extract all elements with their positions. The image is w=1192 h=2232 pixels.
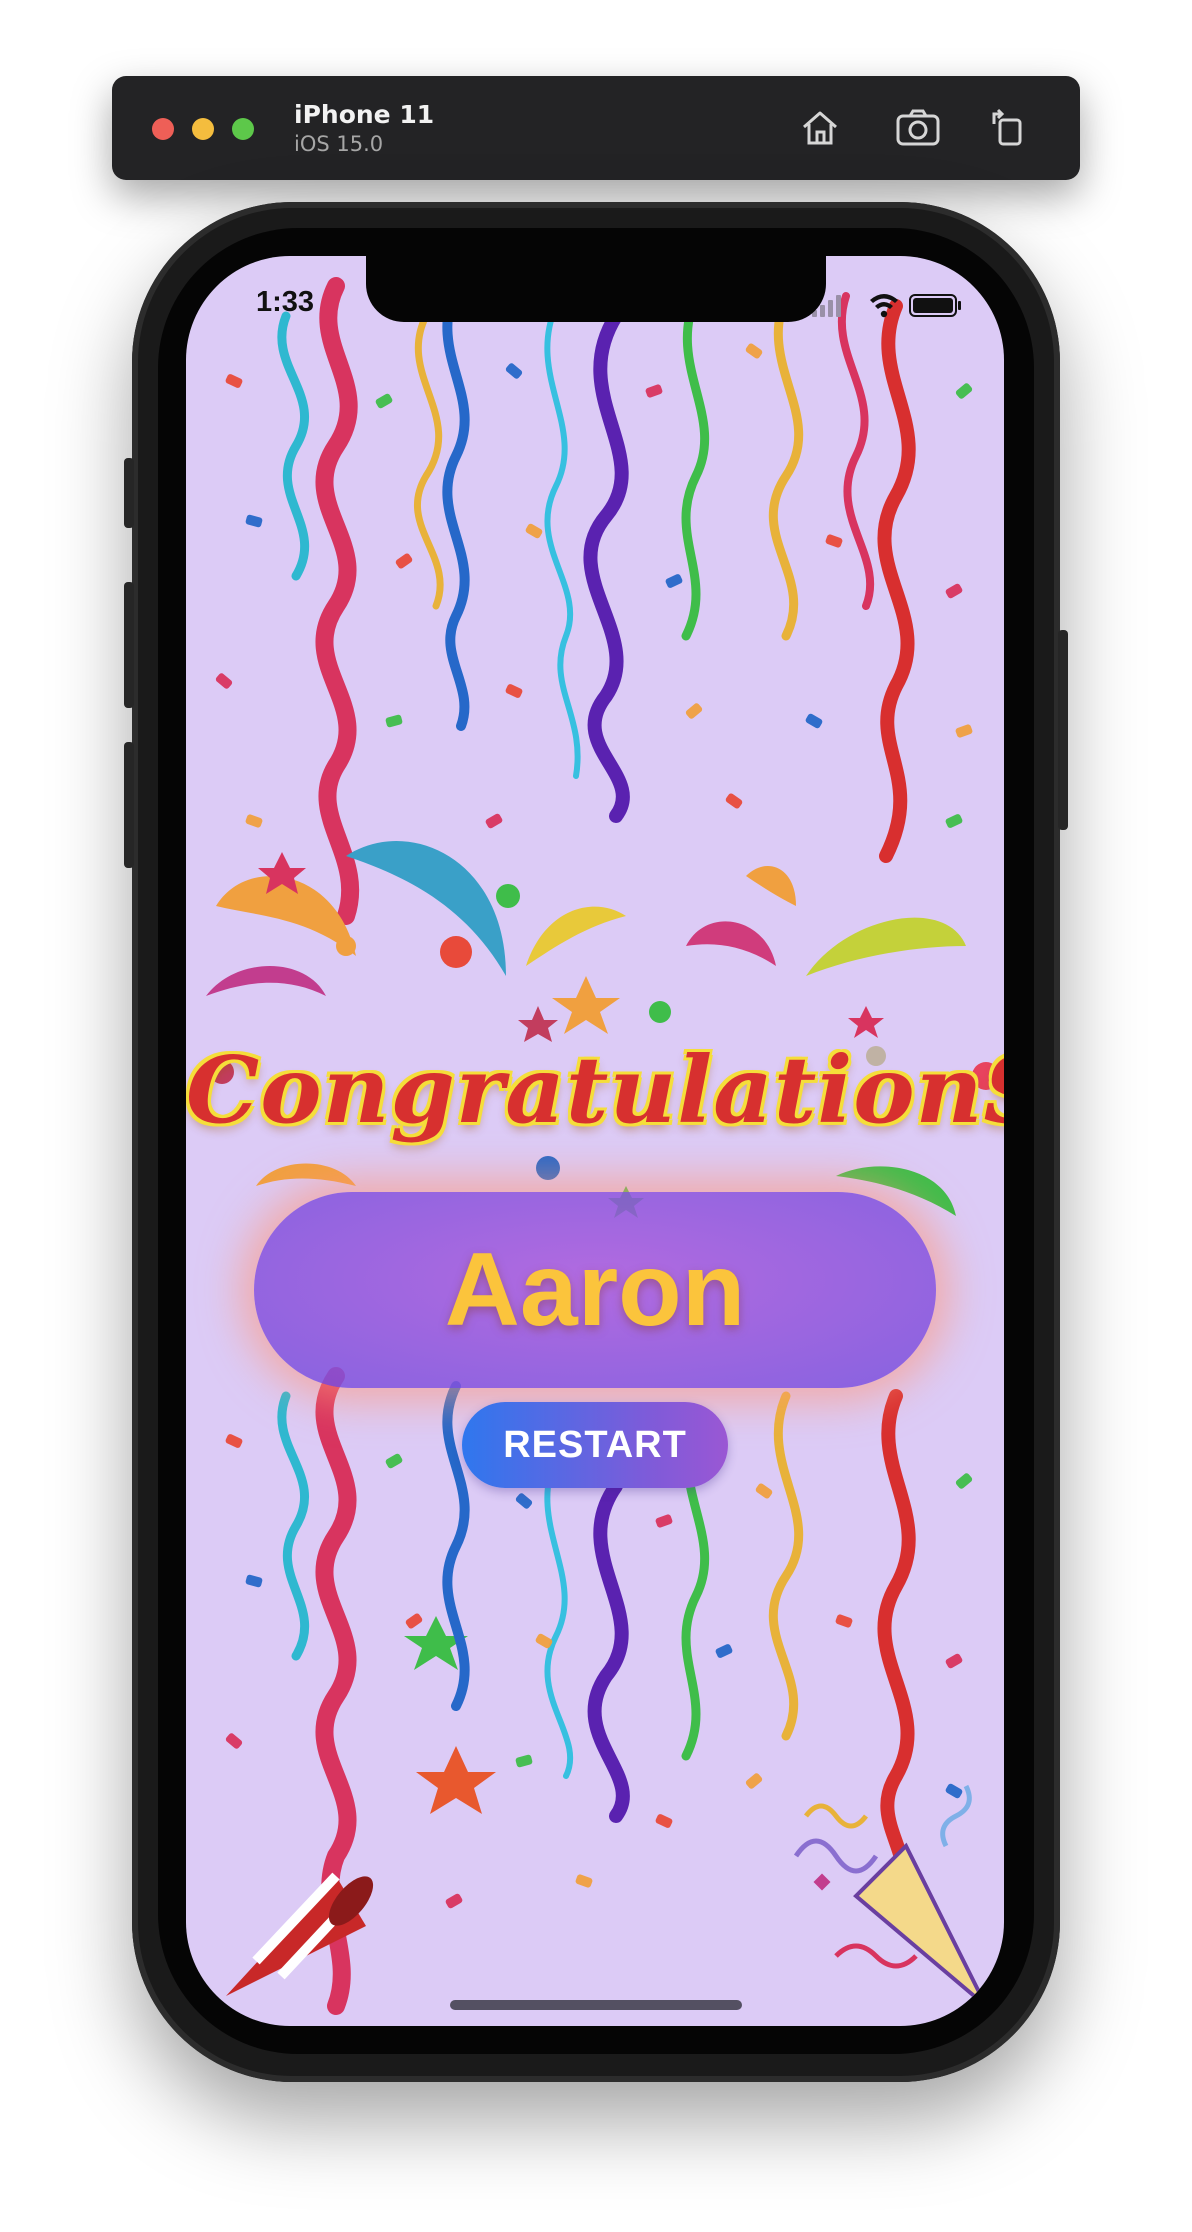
app-screen: 1:33 CongratulationS Aaron RESTART [186, 256, 1004, 2026]
congratulations-title: CongratulationS [186, 1036, 1004, 1144]
volume-up-button [124, 582, 134, 708]
device-name: iPhone 11 [294, 100, 435, 129]
rotate-icon[interactable] [980, 100, 1036, 156]
notch [366, 256, 826, 322]
os-version: iOS 15.0 [294, 132, 384, 156]
status-time: 1:33 [256, 286, 315, 318]
volume-down-button [124, 742, 134, 868]
restart-button[interactable]: RESTART [462, 1402, 728, 1488]
home-indicator[interactable] [450, 2000, 742, 2010]
power-button [1058, 630, 1068, 830]
party-popper-left [226, 1872, 374, 1996]
home-icon[interactable] [792, 100, 848, 156]
wifi-icon [870, 294, 898, 318]
battery-icon [909, 294, 961, 317]
mute-switch [124, 458, 134, 528]
winner-name: Aaron [444, 1231, 746, 1348]
simulator-toolbar: iPhone 11 iOS 15.0 [112, 76, 1080, 180]
minimize-window-button[interactable] [192, 118, 214, 140]
close-window-button[interactable] [152, 118, 174, 140]
winner-name-banner: Aaron [254, 1192, 936, 1388]
screenshot-icon[interactable] [890, 100, 946, 156]
status-icons [810, 290, 970, 320]
zoom-window-button[interactable] [232, 118, 254, 140]
